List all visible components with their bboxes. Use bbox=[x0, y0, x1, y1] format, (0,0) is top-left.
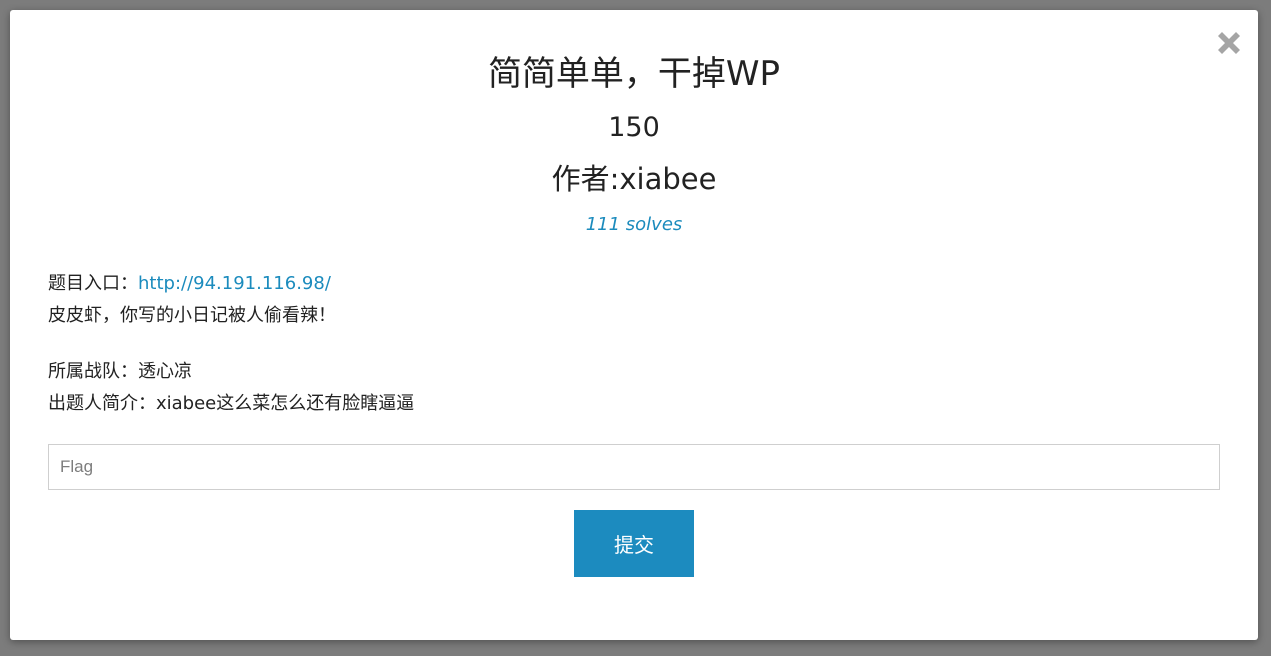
author-name: xiabee bbox=[619, 162, 717, 196]
entry-line: 题目入口：http://94.191.116.98/ bbox=[48, 268, 336, 300]
flag-input[interactable] bbox=[48, 444, 1220, 490]
challenge-author: 作者:xiabee bbox=[10, 160, 1258, 198]
solves-link[interactable]: 111 solves bbox=[10, 212, 1258, 238]
entry-link[interactable]: http://94.191.116.98/ bbox=[138, 273, 331, 294]
entry-label: 题目入口： bbox=[48, 273, 138, 294]
challenge-title: 简简单单，干掉WP bbox=[487, 54, 781, 94]
challenge-points: 150 bbox=[608, 112, 660, 143]
challenge-description: 题目入口：http://94.191.116.98/ 皮皮虾，你写的小日记被人偷… bbox=[48, 268, 336, 332]
team-line: 所属战队：透心凉 bbox=[48, 361, 192, 382]
challenge-meta: 所属战队：透心凉 出题人简介：xiabee这么菜怎么还有脸瞎逼逼 bbox=[48, 356, 414, 420]
submit-button[interactable]: 提交 bbox=[574, 510, 694, 577]
description-text: 皮皮虾，你写的小日记被人偷看辣！ bbox=[48, 305, 336, 326]
author-prefix: 作者: bbox=[551, 162, 620, 196]
author-bio-line: 出题人简介：xiabee这么菜怎么还有脸瞎逼逼 bbox=[48, 393, 415, 414]
challenge-modal: 简简单单，干掉WP 150 作者:xiabee 111 solves 题目入口：… bbox=[10, 10, 1258, 640]
